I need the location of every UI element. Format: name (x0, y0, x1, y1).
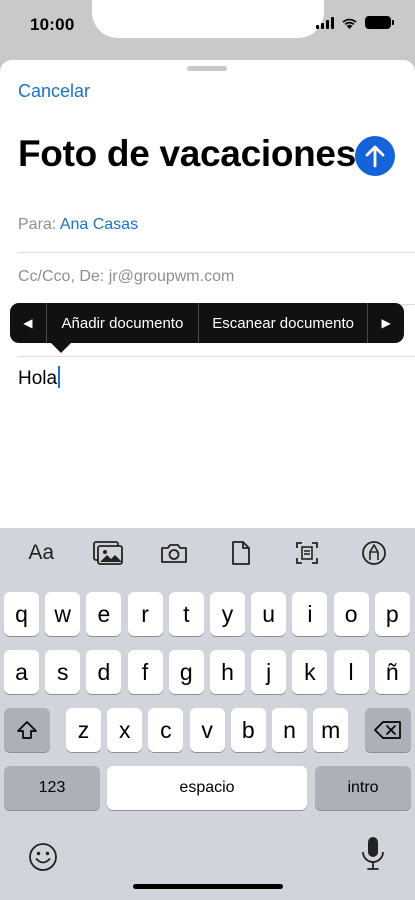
menu-prev-arrow[interactable]: ◀ (10, 303, 46, 343)
photo-library-button[interactable] (90, 535, 126, 571)
key-u[interactable]: u (251, 592, 287, 636)
key-e[interactable]: e (86, 592, 122, 636)
key-k[interactable]: k (292, 650, 328, 694)
key-s[interactable]: s (45, 650, 81, 694)
scan-document-item[interactable]: Escanear documento (199, 303, 367, 343)
triangle-left-icon: ◀ (23, 316, 33, 330)
key-p[interactable]: p (374, 592, 410, 636)
key-n[interactable]: n (272, 708, 307, 752)
numbers-key[interactable]: 123 (4, 766, 100, 810)
document-button[interactable] (223, 535, 259, 571)
key-h[interactable]: h (210, 650, 245, 694)
battery-icon (365, 16, 394, 29)
key-f[interactable]: f (127, 650, 163, 694)
cc-from-label: Cc/Cco, De: (18, 268, 105, 285)
key-o[interactable]: o (333, 592, 369, 636)
body-text: Hola (18, 368, 58, 389)
delete-key[interactable] (365, 708, 411, 752)
key-v[interactable]: v (189, 708, 225, 752)
camera-icon (161, 544, 188, 563)
keyboard-toolbar: Aa (0, 528, 415, 578)
key-g[interactable]: g (168, 650, 204, 694)
subject-title: Foto de vacaciones (18, 133, 356, 174)
from-address: jr@groupwm.com (108, 268, 235, 285)
key-y[interactable]: y (210, 592, 245, 636)
menu-pointer (51, 343, 71, 353)
send-button[interactable] (355, 136, 395, 176)
delete-icon (374, 721, 401, 739)
home-indicator[interactable] (133, 884, 283, 889)
status-time: 10:00 (30, 15, 75, 34)
key-z[interactable]: z (66, 708, 101, 752)
key-d[interactable]: d (86, 650, 122, 694)
key-c[interactable]: c (148, 708, 184, 752)
dictation-button[interactable] (358, 834, 388, 874)
cancel-button[interactable]: Cancelar (18, 81, 90, 102)
key-i[interactable]: i (292, 592, 328, 636)
text-cursor (58, 366, 61, 388)
markup-button[interactable] (356, 535, 392, 571)
key-q[interactable]: q (4, 592, 39, 636)
key-x[interactable]: x (107, 708, 143, 752)
key-a[interactable]: a (4, 650, 39, 694)
add-document-item[interactable]: Añadir documento (47, 303, 198, 343)
keyboard: Aa q w e r t y u i o p a s d f g h j k l… (0, 528, 415, 900)
notch (92, 0, 324, 38)
microphone-icon (362, 837, 384, 870)
photo-library-icon (92, 541, 123, 565)
key-t[interactable]: t (168, 592, 204, 636)
cc-from-field[interactable]: Cc/Cco, De: jr@groupwm.com (18, 268, 415, 286)
key-b[interactable]: b (230, 708, 266, 752)
wifi-icon (342, 18, 357, 29)
divider (18, 356, 415, 357)
markup-icon (361, 541, 386, 565)
divider (18, 252, 415, 253)
key-m[interactable]: m (313, 708, 349, 752)
return-key[interactable]: intro (315, 766, 411, 810)
phone-screen: 10:00 Cancelar Foto de vacaciones Para: … (0, 0, 415, 900)
scan-document-button[interactable] (289, 535, 325, 571)
key-l[interactable]: l (333, 650, 369, 694)
document-icon (231, 541, 250, 565)
edit-menu: ◀ Añadir documento Escanear documento ▶ (10, 303, 404, 343)
to-label: Para: (18, 216, 57, 233)
scan-document-icon (296, 542, 319, 564)
emoji-icon (29, 843, 57, 871)
key-ñ[interactable]: ñ (374, 650, 410, 694)
key-w[interactable]: w (45, 592, 81, 636)
key-r[interactable]: r (127, 592, 163, 636)
emoji-button[interactable] (24, 838, 62, 876)
to-recipient[interactable]: Ana Casas (60, 216, 138, 233)
message-body[interactable]: Hola (18, 366, 61, 390)
key-j[interactable]: j (251, 650, 287, 694)
shift-icon (17, 721, 37, 739)
format-button[interactable]: Aa (23, 535, 59, 571)
arrow-up-icon (365, 145, 385, 168)
menu-next-arrow[interactable]: ▶ (368, 303, 404, 343)
sheet-grabber[interactable] (187, 66, 227, 71)
shift-key[interactable] (4, 708, 50, 752)
status-icons (316, 16, 394, 29)
to-field[interactable]: Para: Ana Casas (18, 216, 415, 234)
triangle-right-icon: ▶ (381, 316, 391, 330)
cellular-signal-icon (316, 16, 334, 29)
camera-button[interactable] (156, 535, 192, 571)
space-key[interactable]: espacio (107, 766, 307, 810)
